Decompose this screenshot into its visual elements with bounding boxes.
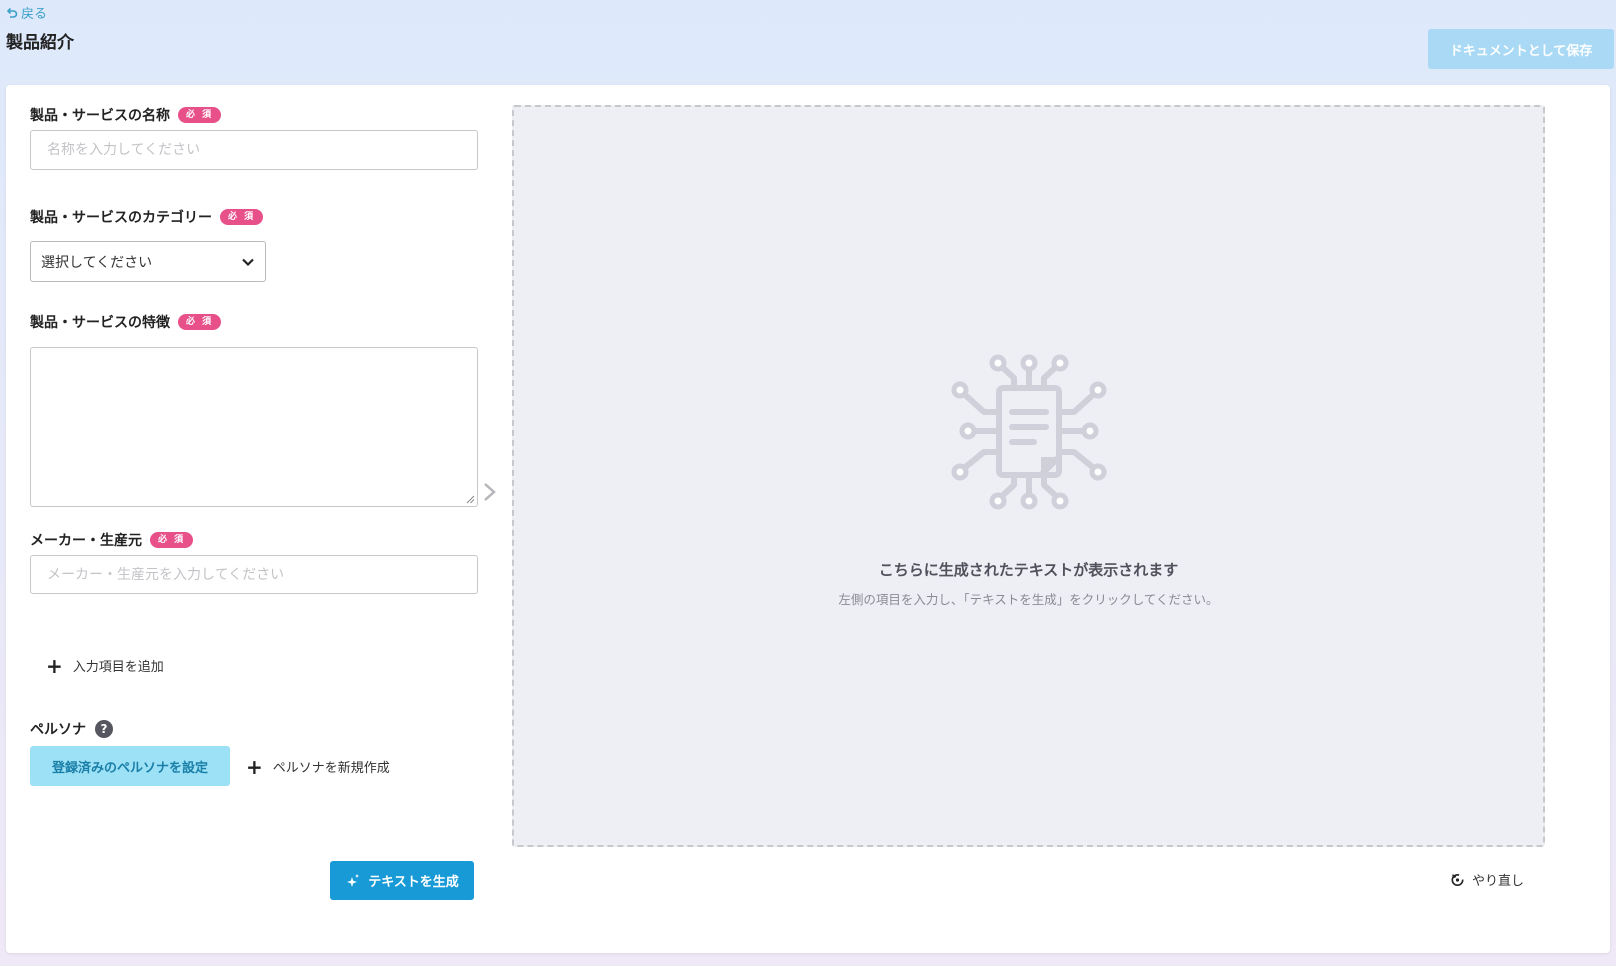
required-badge: 必 須 [150,532,194,548]
persona-label-text: ペルソナ [30,722,86,738]
chevron-down-icon [242,258,254,266]
sparkle-icon [347,874,360,887]
maker-label-text: メーカー・生産元 [30,533,142,549]
save-as-document-button[interactable]: ドキュメントとして保存 [1428,29,1614,69]
maker-input[interactable] [30,555,478,594]
redo-button[interactable]: やり直し [1450,870,1524,889]
category-select[interactable]: 選択してください [30,241,266,282]
main-card: 製品・サービスの名称 必 須 製品・サービスのカテゴリー 必 須 選択してくださ… [6,85,1610,953]
add-field-label: 入力項目を追加 [72,660,164,675]
page-title: 製品紹介 [6,33,74,53]
output-placeholder-title: こちらに生成されたテキストが表示されます [878,561,1179,579]
category-label-text: 製品・サービスのカテゴリー [30,210,212,226]
required-badge: 必 須 [178,314,222,330]
plus-icon: + [46,653,63,678]
category-selected-value: 選択してください [41,254,153,271]
required-badge: 必 須 [220,209,264,225]
persona-label: ペルソナ ? [30,719,113,739]
set-persona-button[interactable]: 登録済みのペルソナを設定 [30,746,230,786]
features-label: 製品・サービスの特徴 必 須 [30,312,222,332]
new-persona-label: ペルソナを新規作成 [272,761,390,776]
name-label-text: 製品・サービスの名称 [30,108,170,124]
name-label: 製品・サービスの名称 必 須 [30,105,222,125]
ai-document-circuit-icon [951,354,1107,510]
category-label: 製品・サービスのカテゴリー 必 須 [30,207,264,227]
output-placeholder-subtitle: 左側の項目を入力し、「テキストを生成」をクリックしてください。 [838,592,1219,607]
generate-text-button[interactable]: テキストを生成 [330,861,474,900]
maker-label: メーカー・生産元 必 須 [30,530,194,550]
required-badge: 必 須 [178,107,222,123]
product-name-input[interactable] [30,130,478,170]
back-link[interactable]: 戻る [6,3,47,22]
plus-icon: + [246,754,263,779]
undo-arrow-icon [6,7,18,18]
chevron-right-icon [484,483,496,501]
features-textarea[interactable] [30,347,478,507]
help-icon[interactable]: ? [95,720,113,738]
add-field-button[interactable]: + 入力項目を追加 [46,653,164,678]
generate-text-label: テキストを生成 [368,875,459,890]
output-panel: こちらに生成されたテキストが表示されます 左側の項目を入力し、「テキストを生成」… [512,105,1545,847]
new-persona-link[interactable]: + ペルソナを新規作成 [246,754,390,779]
redo-icon [1451,874,1464,886]
features-label-text: 製品・サービスの特徴 [30,315,170,331]
back-label: 戻る [21,7,48,22]
redo-label: やり直し [1472,874,1525,889]
resize-handle-icon[interactable] [466,495,475,504]
